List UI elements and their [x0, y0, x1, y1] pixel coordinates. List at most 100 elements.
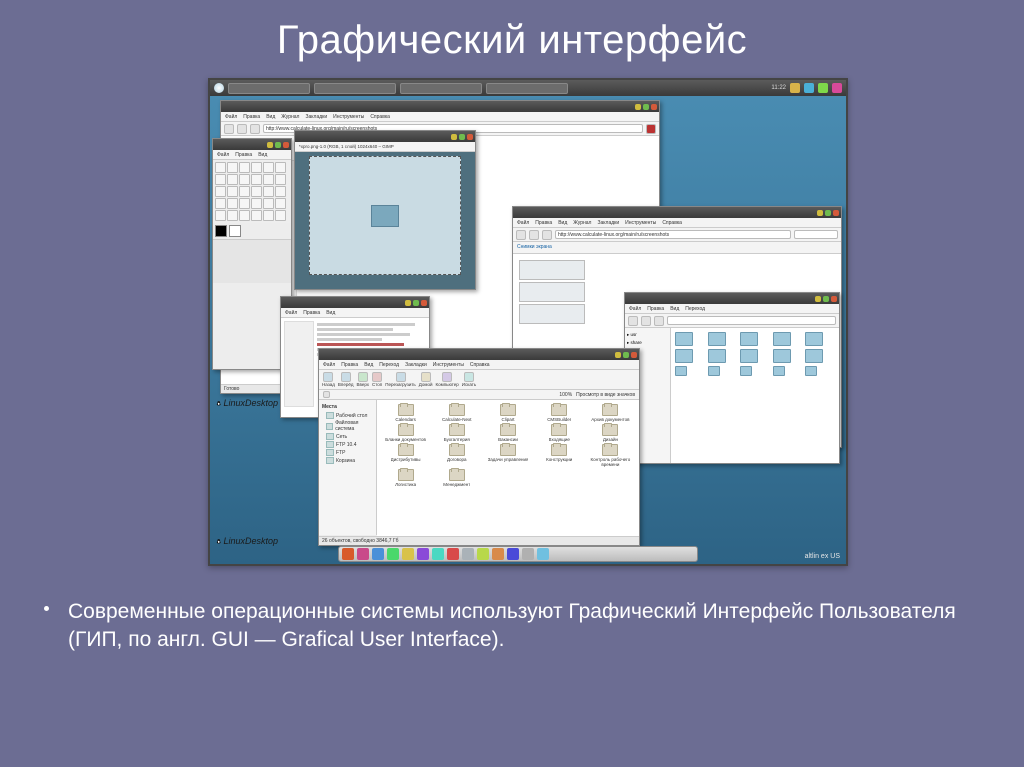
sidebar-item[interactable]: Корзина: [326, 457, 373, 464]
dock-app-icon[interactable]: [402, 548, 414, 560]
folder-item[interactable]: Вакансии: [483, 424, 532, 442]
folder-icon[interactable]: [773, 366, 785, 376]
toolbar[interactable]: [625, 314, 839, 328]
dock-app-icon[interactable]: [372, 548, 384, 560]
start-menu-icon[interactable]: [214, 83, 224, 93]
dock-app-icon[interactable]: [537, 548, 549, 560]
minimize-icon[interactable]: [615, 352, 621, 358]
folder-item[interactable]: Calculate-Next: [432, 404, 481, 422]
maximize-icon[interactable]: [823, 296, 829, 302]
browser-toolbar[interactable]: http://www.calculate-linux.org/main/ru/s…: [513, 228, 841, 242]
address-bar[interactable]: [667, 316, 836, 325]
tool-icon[interactable]: [275, 174, 286, 185]
dock-app-icon[interactable]: [492, 548, 504, 560]
up-icon[interactable]: [358, 372, 368, 382]
tool-icon[interactable]: [215, 174, 226, 185]
folder-item[interactable]: Архив документов: [586, 404, 635, 422]
close-icon[interactable]: [833, 210, 839, 216]
taskbar-task[interactable]: [314, 83, 396, 94]
close-icon[interactable]: [651, 104, 657, 110]
maximize-icon[interactable]: [623, 352, 629, 358]
folder-icon[interactable]: [740, 349, 758, 363]
tool-icon[interactable]: [263, 198, 274, 209]
tool-icon[interactable]: [263, 186, 274, 197]
dock-app-icon[interactable]: [417, 548, 429, 560]
minimize-icon[interactable]: [405, 300, 411, 306]
maximize-icon[interactable]: [825, 210, 831, 216]
folder-item[interactable]: Логистика: [381, 469, 430, 487]
menubar[interactable]: ФайлПравкаВидЖурналЗакладкиИнструментыСп…: [221, 112, 659, 122]
minimize-icon[interactable]: [817, 210, 823, 216]
icon-grid[interactable]: [671, 328, 839, 380]
menubar[interactable]: ФайлПравкаВидПереход: [625, 304, 839, 314]
folder-icon[interactable]: [708, 349, 726, 363]
folder-icon[interactable]: [773, 332, 791, 346]
tool-icon[interactable]: [215, 210, 226, 221]
stop-icon[interactable]: [646, 124, 656, 134]
folder-icon[interactable]: [675, 332, 693, 346]
folder-icon[interactable]: [675, 366, 687, 376]
fm-sidebar[interactable]: Места Рабочий стол Файловая система Сеть…: [319, 400, 377, 535]
tool-icon[interactable]: [251, 210, 262, 221]
taskbar-task[interactable]: [228, 83, 310, 94]
sidebar-item[interactable]: Рабочий стол: [326, 412, 373, 419]
folder-item[interactable]: Входящие: [535, 424, 584, 442]
sidebar-item[interactable]: Файловая система: [326, 420, 373, 432]
folder-icon[interactable]: [805, 349, 823, 363]
tool-icon[interactable]: [275, 186, 286, 197]
color-swatches[interactable]: [213, 223, 291, 239]
tool-icon[interactable]: [227, 162, 238, 173]
forward-icon[interactable]: [237, 124, 247, 134]
gimp-image-window[interactable]: *xpro.png-1.0 (RGB, 1 слой) 1024x640 – G…: [294, 130, 476, 290]
minimize-icon[interactable]: [267, 142, 273, 148]
close-icon[interactable]: [421, 300, 427, 306]
gimp-canvas[interactable]: [295, 152, 475, 289]
folder-icon[interactable]: [740, 366, 752, 376]
menubar[interactable]: ФайлПравкаВид: [213, 150, 291, 160]
address-bar[interactable]: http://www.calculate-linux.org/main/ru/s…: [555, 230, 791, 239]
folder-item[interactable]: Менеджмент: [432, 469, 481, 487]
close-icon[interactable]: [283, 142, 289, 148]
folder-item[interactable]: Дизайн: [586, 424, 635, 442]
tray-icon[interactable]: [790, 83, 800, 93]
thumbnail[interactable]: [519, 282, 585, 302]
thumbnail[interactable]: [519, 304, 585, 324]
folder-icon[interactable]: [740, 332, 758, 346]
folder-icon[interactable]: [708, 332, 726, 346]
tool-icon[interactable]: [239, 162, 250, 173]
tool-icon[interactable]: [275, 210, 286, 221]
close-icon[interactable]: [467, 134, 473, 140]
dock-app-icon[interactable]: [507, 548, 519, 560]
folder-item[interactable]: Clipart: [483, 404, 532, 422]
close-icon[interactable]: [831, 296, 837, 302]
search-box[interactable]: [794, 230, 838, 239]
tool-icon[interactable]: [263, 174, 274, 185]
location-bar[interactable]: 100% Просмотр в виде значков: [319, 390, 639, 400]
tool-icon[interactable]: [239, 186, 250, 197]
tool-icon[interactable]: [275, 198, 286, 209]
maximize-icon[interactable]: [275, 142, 281, 148]
computer-icon[interactable]: [442, 372, 452, 382]
minimize-icon[interactable]: [815, 296, 821, 302]
taskbar-task[interactable]: [400, 83, 482, 94]
page-tab[interactable]: Снимки экрана: [513, 242, 841, 254]
search-icon[interactable]: [464, 372, 474, 382]
folder-icon[interactable]: [708, 366, 720, 376]
dock-app-icon[interactable]: [462, 548, 474, 560]
reload-icon[interactable]: [396, 372, 406, 382]
tool-icon[interactable]: [263, 210, 274, 221]
thumbnail[interactable]: [519, 260, 585, 280]
tool-icon[interactable]: [227, 198, 238, 209]
folder-item[interactable]: Бланки документов: [381, 424, 430, 442]
stop-icon[interactable]: [372, 372, 382, 382]
tool-icon[interactable]: [263, 162, 274, 173]
folder-icon[interactable]: [773, 349, 791, 363]
back-icon[interactable]: [516, 230, 526, 240]
minimize-icon[interactable]: [635, 104, 641, 110]
dock-app-icon[interactable]: [522, 548, 534, 560]
folder-item[interactable]: Договора: [432, 444, 481, 467]
gimp-tool-grid[interactable]: [213, 160, 291, 223]
taskbar-task[interactable]: [486, 83, 568, 94]
sidebar-item[interactable]: Сеть: [326, 433, 373, 440]
maximize-icon[interactable]: [643, 104, 649, 110]
